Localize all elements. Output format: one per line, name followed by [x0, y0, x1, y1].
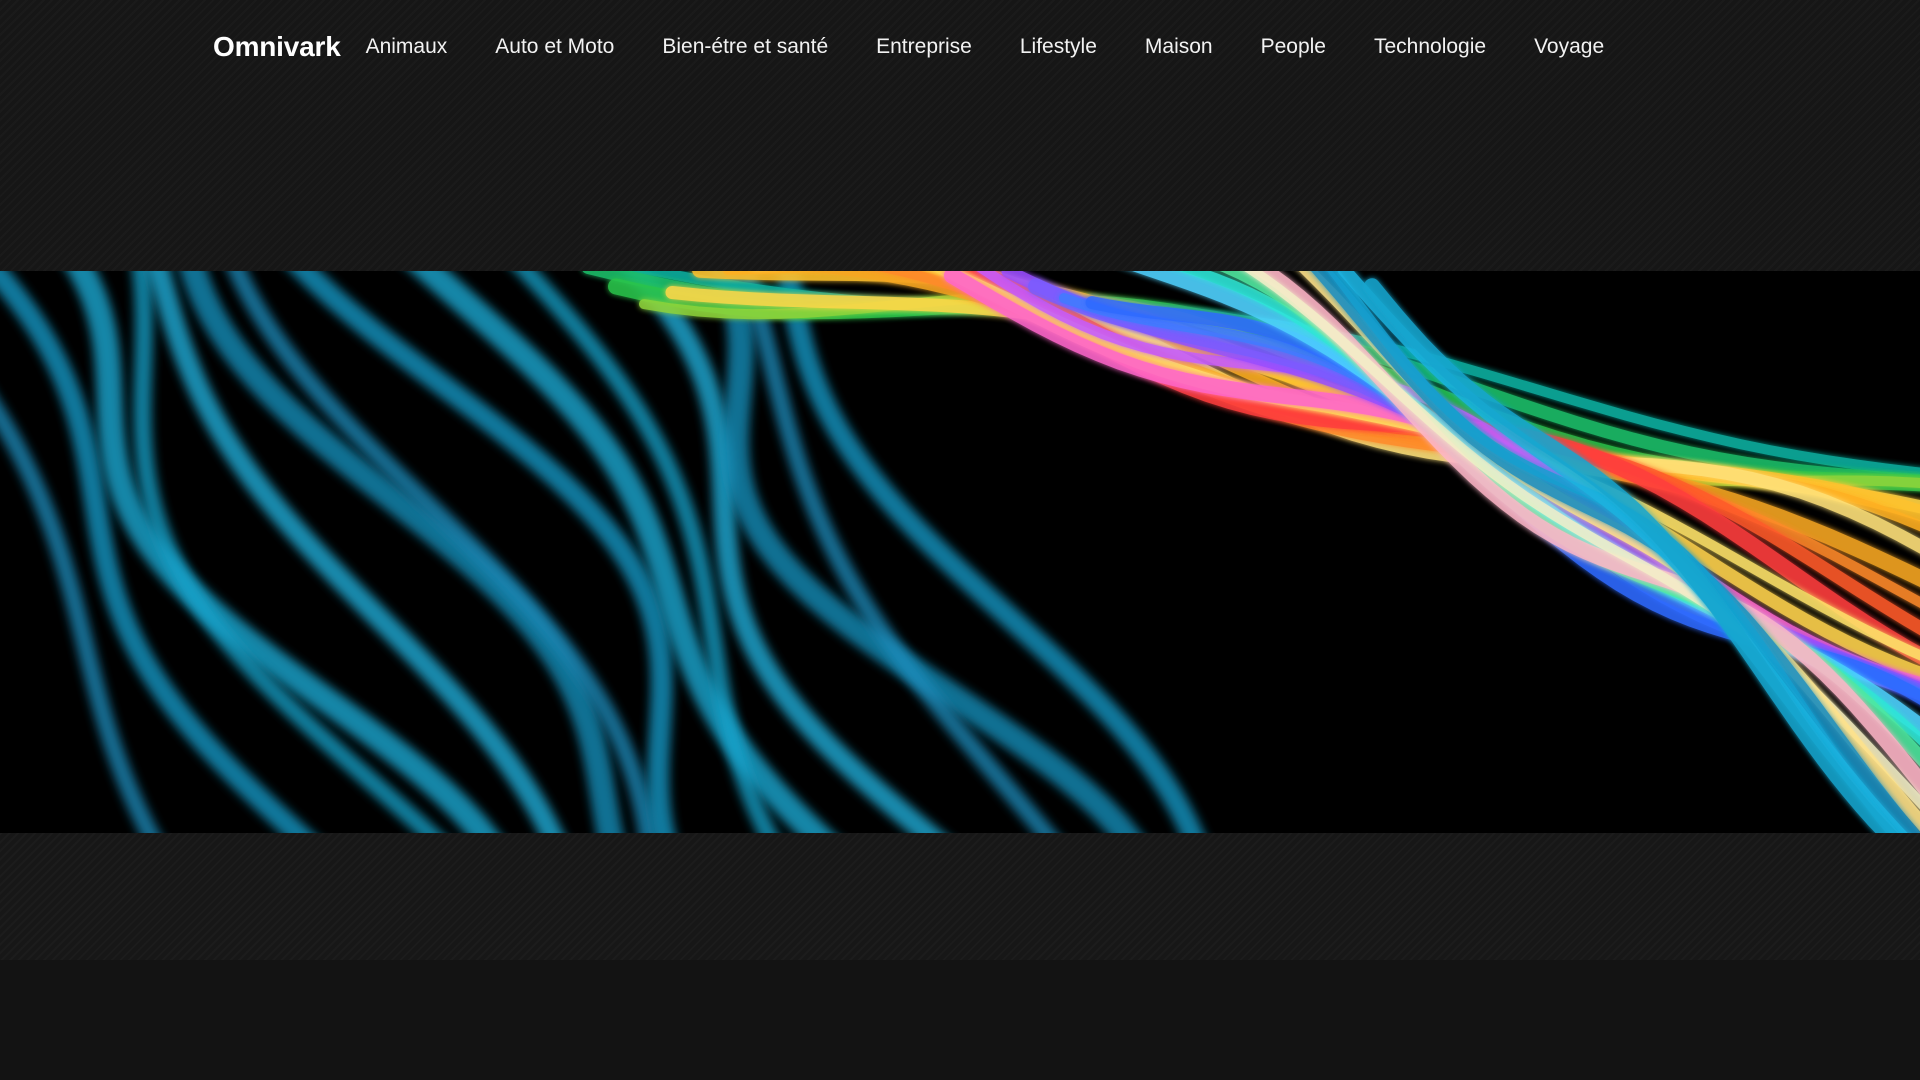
- content-area: [0, 833, 1920, 960]
- header-area: Omnivark Animaux Auto et Moto Bien-étre …: [0, 0, 1920, 271]
- nav-item-animaux[interactable]: Animaux: [366, 35, 448, 58]
- nav-item-lifestyle[interactable]: Lifestyle: [1020, 35, 1097, 58]
- nav-item-maison[interactable]: Maison: [1145, 35, 1213, 58]
- nav-item-entreprise[interactable]: Entreprise: [876, 35, 972, 58]
- nav-item-auto-et-moto[interactable]: Auto et Moto: [495, 35, 614, 58]
- nav-item-technologie[interactable]: Technologie: [1374, 35, 1486, 58]
- hero-banner: [0, 271, 1920, 833]
- nav-item-bien-etre-et-sante[interactable]: Bien-étre et santé: [662, 35, 828, 58]
- page: Omnivark Animaux Auto et Moto Bien-étre …: [0, 0, 1920, 1080]
- nav-item-people[interactable]: People: [1261, 35, 1326, 58]
- site-logo[interactable]: Omnivark: [213, 31, 341, 63]
- hero-image: [0, 271, 1920, 833]
- main-navigation: Omnivark Animaux Auto et Moto Bien-étre …: [213, 26, 1604, 68]
- nav-menu: Animaux Auto et Moto Bien-étre et santé …: [366, 35, 1605, 59]
- nav-item-voyage[interactable]: Voyage: [1534, 35, 1604, 58]
